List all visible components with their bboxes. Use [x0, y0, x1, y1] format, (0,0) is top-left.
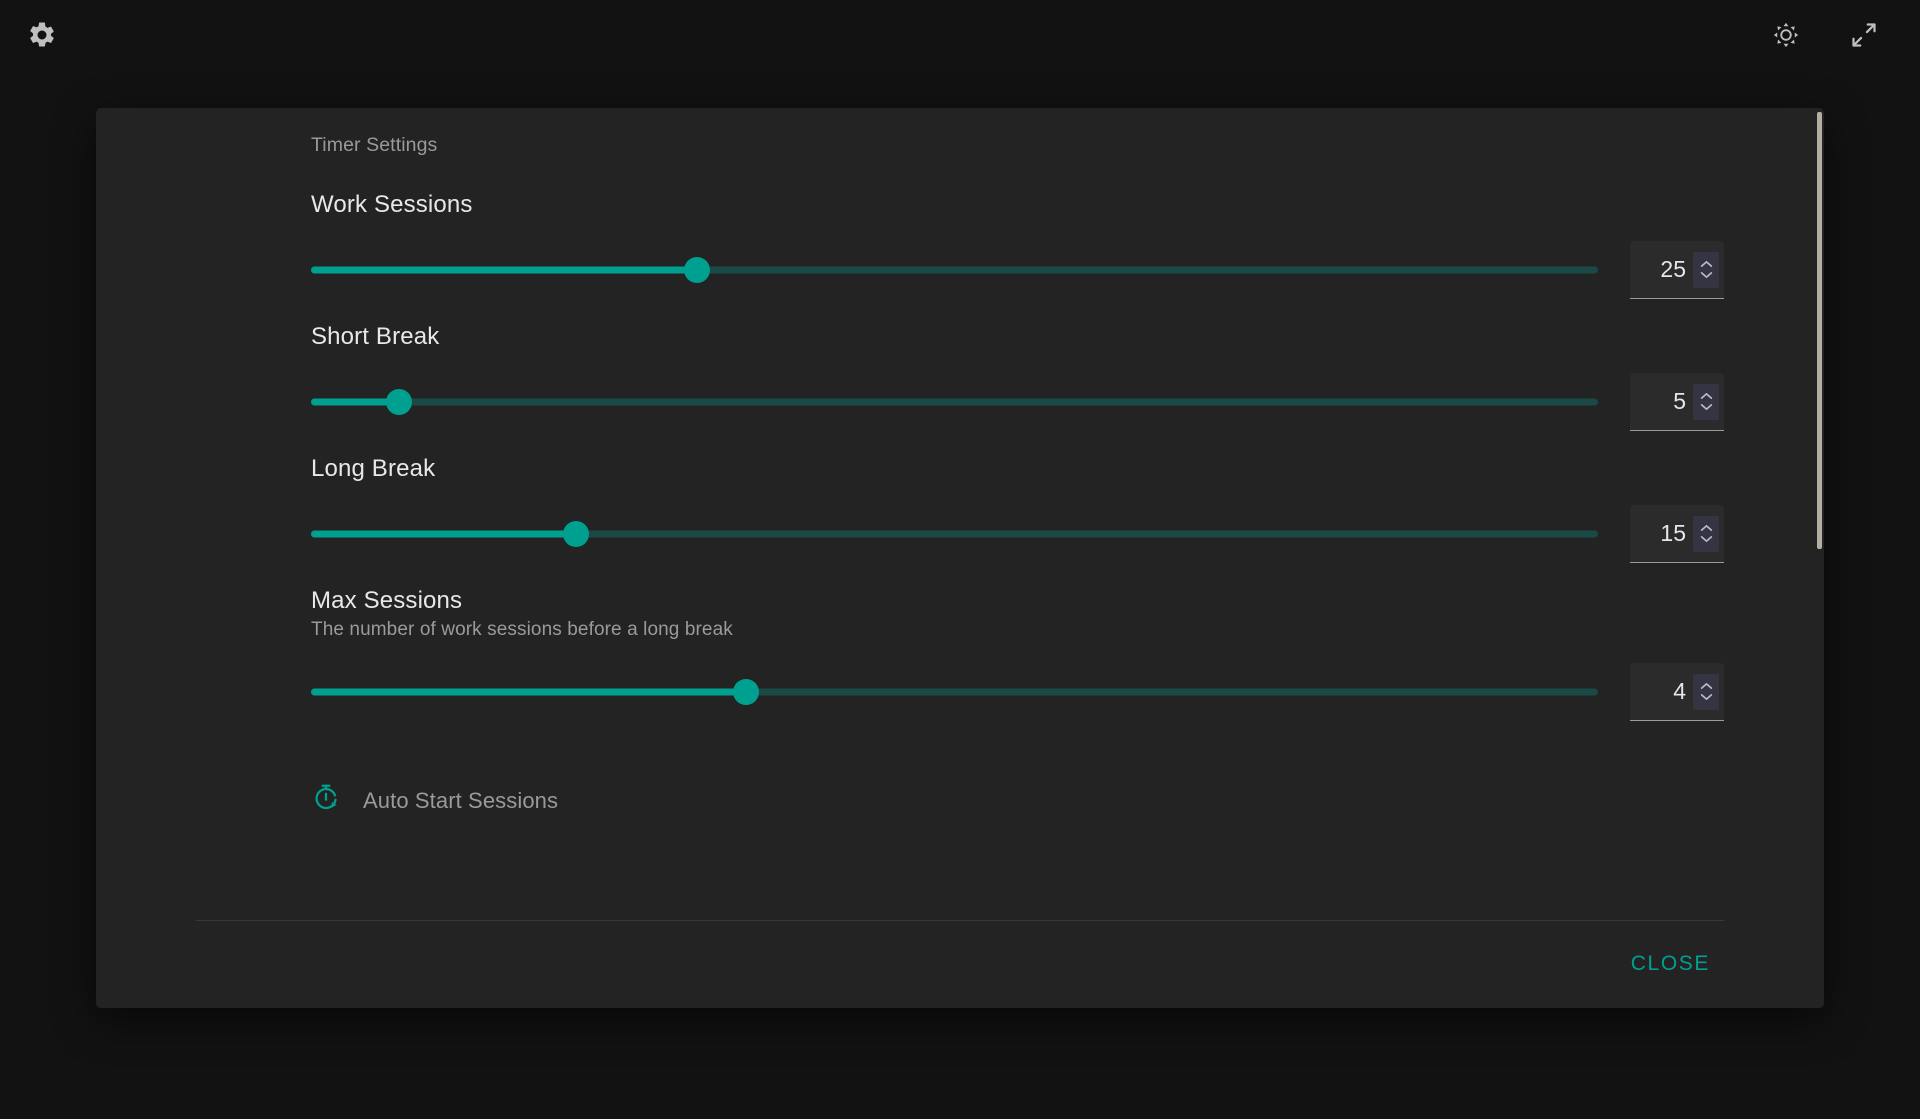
- slider-thumb[interactable]: [684, 257, 711, 283]
- setting-label: Work Sessions: [311, 191, 473, 218]
- setting-label: Max Sessions: [311, 587, 463, 614]
- numfield-value: 5: [1673, 388, 1686, 414]
- close-button[interactable]: CLOSE: [1617, 942, 1724, 986]
- timer-settings-dialog: Timer Settings Work Sessions 25 Short Br…: [96, 108, 1824, 1008]
- dialog-scrollbar-track[interactable]: [1814, 108, 1824, 1008]
- slider-thumb[interactable]: [385, 389, 412, 415]
- setting-control: 15: [311, 505, 1724, 563]
- auto-start-sessions-toggle[interactable]: Auto Start Sessions: [311, 783, 558, 818]
- numfield-value: 4: [1673, 678, 1686, 704]
- dialog-scroll-content: Timer Settings Work Sessions 25 Short Br…: [96, 108, 1824, 920]
- setting-control: 5: [311, 373, 1724, 431]
- setting-description: The number of work sessions before a lon…: [311, 619, 733, 640]
- gear-icon: [27, 20, 57, 50]
- setting-label: Short Break: [311, 323, 440, 350]
- setting-control: 25: [311, 241, 1724, 299]
- slider-rail: [311, 398, 1598, 406]
- slider-fill: [311, 266, 698, 274]
- toggle-label: Auto Start Sessions: [363, 787, 559, 813]
- setting-max-sessions: Max Sessions The number of work sessions…: [311, 587, 1724, 721]
- chevron-down-icon[interactable]: [1700, 403, 1713, 411]
- chevron-up-icon[interactable]: [1700, 260, 1713, 268]
- number-stepper[interactable]: [1693, 383, 1719, 420]
- app-toolbar: [0, 0, 1920, 70]
- number-stepper[interactable]: [1693, 515, 1719, 552]
- setting-control: 4: [311, 663, 1724, 721]
- numfield-value: 25: [1660, 256, 1686, 282]
- toolbar-left-group: [22, 15, 62, 55]
- stopwatch-play-icon: [311, 783, 341, 818]
- setting-short-break: Short Break 5: [311, 323, 1724, 431]
- work-sessions-slider[interactable]: [311, 250, 1598, 290]
- max-sessions-slider[interactable]: [311, 672, 1598, 712]
- slider-fill: [311, 688, 746, 696]
- fullscreen-button[interactable]: [1844, 15, 1884, 55]
- number-stepper[interactable]: [1693, 673, 1719, 710]
- short-break-number-field[interactable]: 5: [1630, 373, 1724, 431]
- setting-work-sessions: Work Sessions 25: [311, 191, 1724, 299]
- toolbar-right-group: [1766, 15, 1898, 55]
- dialog-footer: CLOSE: [96, 920, 1824, 1008]
- slider-thumb[interactable]: [733, 679, 759, 705]
- short-break-slider[interactable]: [311, 382, 1598, 422]
- numfield-value: 15: [1660, 520, 1686, 546]
- chevron-up-icon[interactable]: [1700, 392, 1713, 400]
- slider-thumb[interactable]: [563, 521, 590, 547]
- fullscreen-expand-icon: [1850, 21, 1878, 49]
- chevron-down-icon[interactable]: [1700, 535, 1713, 543]
- theme-brightness-button[interactable]: [1766, 15, 1806, 55]
- setting-long-break: Long Break 15: [311, 455, 1724, 563]
- long-break-number-field[interactable]: 15: [1630, 505, 1724, 563]
- chevron-down-icon[interactable]: [1700, 693, 1713, 701]
- settings-gear-button[interactable]: [22, 15, 62, 55]
- footer-divider: [196, 920, 1724, 921]
- setting-label: Long Break: [311, 455, 436, 482]
- long-break-slider[interactable]: [311, 514, 1598, 554]
- chevron-up-icon[interactable]: [1700, 682, 1713, 690]
- section-title: Timer Settings: [311, 134, 438, 156]
- dialog-scrollbar-thumb[interactable]: [1817, 112, 1822, 549]
- chevron-up-icon[interactable]: [1700, 524, 1713, 532]
- number-stepper[interactable]: [1693, 251, 1719, 288]
- max-sessions-number-field[interactable]: 4: [1630, 663, 1724, 721]
- slider-fill: [311, 530, 577, 538]
- work-sessions-number-field[interactable]: 25: [1630, 241, 1724, 299]
- chevron-down-icon[interactable]: [1700, 271, 1713, 279]
- brightness-icon: [1772, 21, 1800, 49]
